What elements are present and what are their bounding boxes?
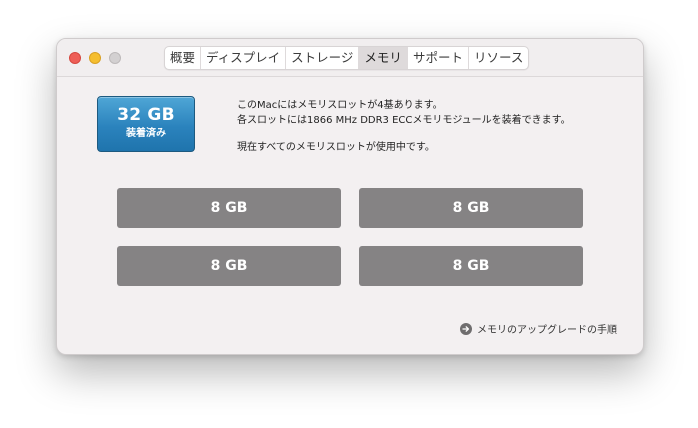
screen: 概要 ディスプレイ ストレージ メモリ サポート リソース 32 GB 装着済み… [0,0,698,428]
arrow-right-circle-icon [460,322,472,335]
tab-support[interactable]: サポート [408,47,469,69]
memory-slot-4: 8 GB [359,246,583,286]
tab-storage[interactable]: ストレージ [286,47,360,69]
memory-slot-3: 8 GB [117,246,341,286]
memory-info-text: このMacにはメモリスロットが4基あります。 各スロットには1866 MHz D… [237,98,571,155]
tab-overview[interactable]: 概要 [165,47,202,69]
memory-installed-label: 装着済み [126,128,166,139]
memory-upgrade-link[interactable]: メモリのアップグレードの手順 [460,321,617,336]
memory-total: 32 GB [117,105,175,125]
minimize-button[interactable] [89,52,101,64]
tab-resources[interactable]: リソース [469,47,528,69]
tab-bar: 概要 ディスプレイ ストレージ メモリ サポート リソース [164,46,530,70]
tab-memory[interactable]: メモリ [359,47,408,69]
info-line-module-spec: 各スロットには1866 MHz DDR3 ECCメモリモジュールを装着できます。 [237,115,571,126]
info-line-slots-in-use: 現在すべてのメモリスロットが使用中です。 [237,142,435,153]
memory-slot-2: 8 GB [359,188,583,228]
memory-slot-1: 8 GB [117,188,341,228]
zoom-button [109,52,121,64]
memory-total-badge: 32 GB 装着済み [97,96,195,152]
close-button[interactable] [69,52,81,64]
about-this-mac-window: 概要 ディスプレイ ストレージ メモリ サポート リソース 32 GB 装着済み… [56,38,644,355]
tab-displays[interactable]: ディスプレイ [201,47,287,69]
title-bar[interactable]: 概要 ディスプレイ ストレージ メモリ サポート リソース [57,39,643,77]
info-line-slot-count: このMacにはメモリスロットが4基あります。 [237,100,443,111]
memory-upgrade-link-label: メモリのアップグレードの手順 [477,325,617,336]
